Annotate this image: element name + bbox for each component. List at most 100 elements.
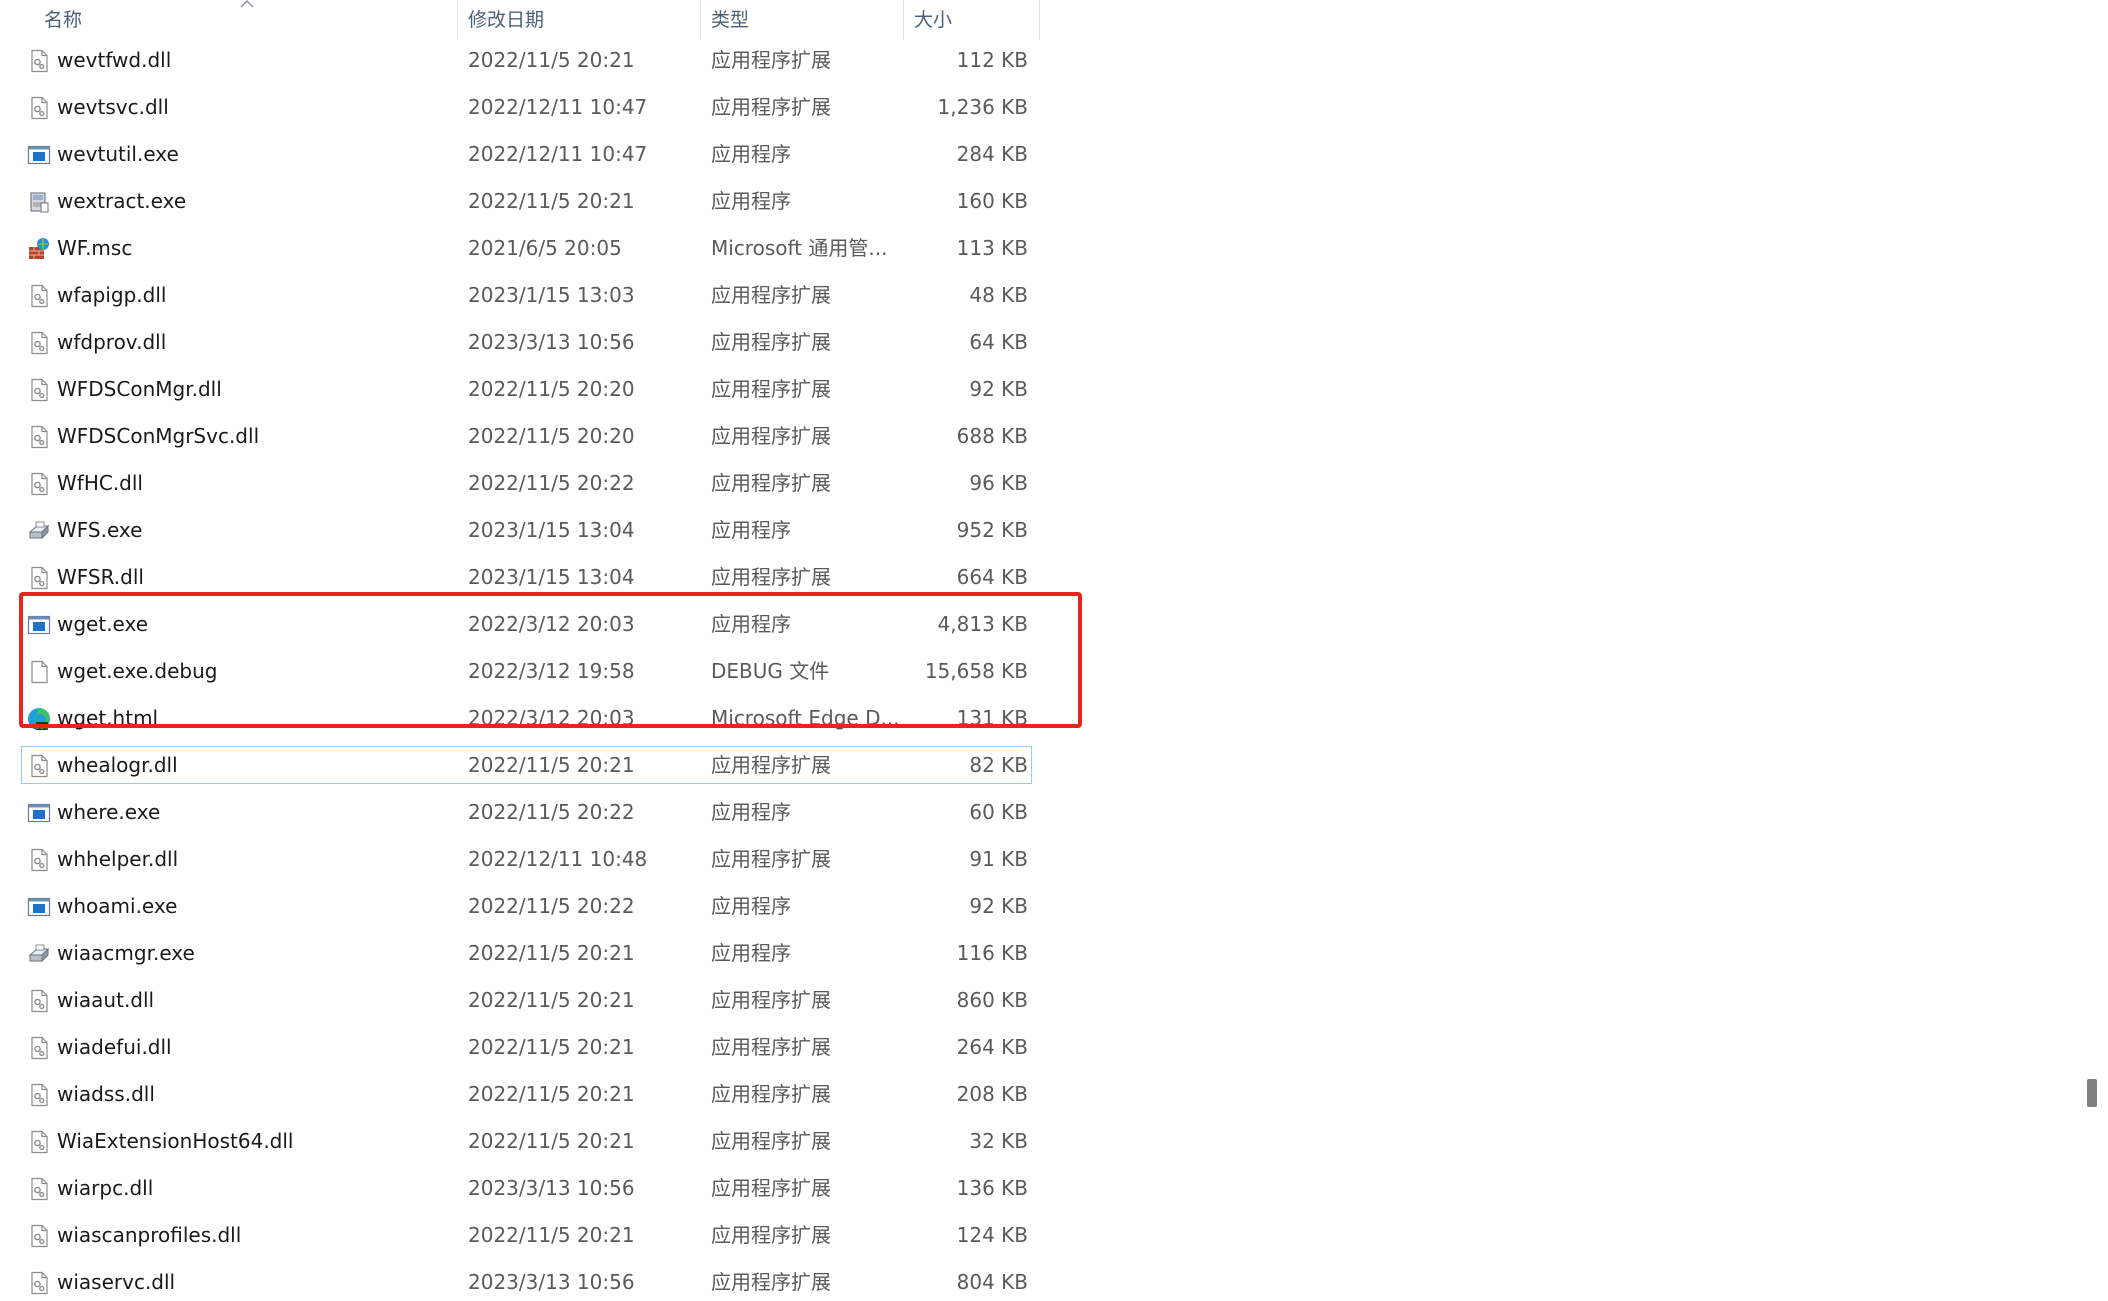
file-name[interactable]: wiaacmgr.exe [57, 933, 195, 973]
file-name[interactable]: wiaservc.dll [57, 1262, 175, 1301]
dll-file-icon [27, 1271, 51, 1295]
file-row[interactable]: wiarpc.dll 2023/3/13 10:56 应用程序扩展 136 KB [0, 1168, 1040, 1215]
file-type: 应用程序 [711, 518, 791, 542]
file-size: 116 KB [956, 941, 1028, 965]
file-size: 131 KB [956, 706, 1028, 730]
dll-file-icon [27, 49, 51, 73]
file-name[interactable]: wget.exe.debug [57, 651, 217, 691]
file-size: 64 KB [969, 330, 1028, 354]
file-type: 应用程序扩展 [711, 283, 831, 307]
column-header-size[interactable]: 大小 [904, 0, 1040, 40]
file-type: 应用程序扩展 [711, 1176, 831, 1200]
file-name[interactable]: wevtsvc.dll [57, 87, 169, 127]
file-type: 应用程序扩展 [711, 847, 831, 871]
file-row[interactable]: wevtutil.exe 2022/12/11 10:47 应用程序 284 KB [0, 134, 1040, 181]
file-modified-date: 2022/11/5 20:22 [468, 894, 635, 918]
file-size: 136 KB [956, 1176, 1028, 1200]
file-row[interactable]: WiaExtensionHost64.dll 2022/11/5 20:21 应用程… [0, 1121, 1040, 1168]
column-header-name[interactable]: 名称 [0, 0, 458, 40]
file-name[interactable]: WFSR.dll [57, 557, 144, 597]
file-size: 688 KB [956, 424, 1028, 448]
file-row[interactable]: wiadss.dll 2022/11/5 20:21 应用程序扩展 208 KB [0, 1074, 1040, 1121]
file-modified-date: 2022/11/5 20:21 [468, 753, 635, 777]
file-row[interactable]: DEV wget.html 2022/3/12 20:03 Microsoft Edg… [0, 698, 1040, 745]
file-modified-date: 2022/3/12 20:03 [468, 612, 635, 636]
file-name[interactable]: where.exe [57, 792, 160, 832]
file-name[interactable]: wiadss.dll [57, 1074, 155, 1114]
file-row[interactable]: WFS.exe 2023/1/15 13:04 应用程序 952 KB [0, 510, 1040, 557]
file-row[interactable]: WfHC.dll 2022/11/5 20:22 应用程序扩展 96 KB [0, 463, 1040, 510]
dll-file-icon [27, 284, 51, 308]
file-name[interactable]: whhelper.dll [57, 839, 178, 879]
file-name[interactable]: wiadefui.dll [57, 1027, 172, 1067]
file-size: 112 KB [956, 48, 1028, 72]
file-name[interactable]: wget.html [57, 698, 158, 738]
file-row[interactable]: wfdprov.dll 2023/3/13 10:56 应用程序扩展 64 KB [0, 322, 1040, 369]
dll-file-icon [27, 1036, 51, 1060]
file-row[interactable]: wget.exe.debug 2022/3/12 19:58 DEBUG 文件 15,… [0, 651, 1040, 698]
file-modified-date: 2023/3/13 10:56 [468, 1176, 635, 1200]
dll-file-icon [27, 1224, 51, 1248]
file-type: 应用程序扩展 [711, 753, 831, 777]
file-row[interactable]: wiadefui.dll 2022/11/5 20:21 应用程序扩展 264 KB [0, 1027, 1040, 1074]
file-name[interactable]: wiascanprofiles.dll [57, 1215, 241, 1255]
file-row[interactable]: wget.exe 2022/3/12 20:03 应用程序 4,813 KB [0, 604, 1040, 651]
file-size: 32 KB [969, 1129, 1028, 1153]
file-row[interactable]: wiaaut.dll 2022/11/5 20:21 应用程序扩展 860 KB [0, 980, 1040, 1027]
column-header-name-label: 名称 [44, 9, 83, 31]
file-name[interactable]: wiarpc.dll [57, 1168, 153, 1208]
file-row[interactable]: WF.msc 2021/6/5 20:05 Microsoft 通用管... 113 … [0, 228, 1040, 275]
file-name[interactable]: whoami.exe [57, 886, 177, 926]
file-modified-date: 2022/11/5 20:21 [468, 189, 635, 213]
file-name[interactable]: WiaExtensionHost64.dll [57, 1121, 293, 1161]
exe-window-icon [27, 801, 51, 825]
column-header-date[interactable]: 修改日期 [458, 0, 701, 40]
file-row[interactable]: WFDSConMgrSvc.dll 2022/11/5 20:20 应用程序扩展 68… [0, 416, 1040, 463]
file-name[interactable]: WFDSConMgrSvc.dll [57, 416, 259, 456]
file-name[interactable]: wiaaut.dll [57, 980, 154, 1020]
file-row[interactable]: whhelper.dll 2022/12/11 10:48 应用程序扩展 91 KB [0, 839, 1040, 886]
file-name[interactable]: whealogr.dll [57, 745, 178, 785]
file-modified-date: 2022/11/5 20:21 [468, 941, 635, 965]
file-size: 208 KB [956, 1082, 1028, 1106]
file-row[interactable]: wiaservc.dll 2023/3/13 10:56 应用程序扩展 804 KB [0, 1262, 1040, 1301]
dll-file-icon [27, 1177, 51, 1201]
file-row[interactable]: wextract.exe 2022/11/5 20:21 应用程序 160 KB [0, 181, 1040, 228]
column-header-type[interactable]: 类型 [701, 0, 904, 40]
file-row[interactable]: wfapigp.dll 2023/1/15 13:03 应用程序扩展 48 KB [0, 275, 1040, 322]
file-name[interactable]: wevtfwd.dll [57, 40, 171, 80]
dll-file-icon [27, 754, 51, 778]
file-type: 应用程序扩展 [711, 377, 831, 401]
file-name[interactable]: wget.exe [57, 604, 148, 644]
file-modified-date: 2022/3/12 19:58 [468, 659, 635, 683]
file-row[interactable]: WFDSConMgr.dll 2022/11/5 20:20 应用程序扩展 92 KB [0, 369, 1040, 416]
file-size: 60 KB [969, 800, 1028, 824]
file-row[interactable]: whoami.exe 2022/11/5 20:22 应用程序 92 KB [0, 886, 1040, 933]
file-row[interactable]: wevtfwd.dll 2022/11/5 20:21 应用程序扩展 112 KB [0, 40, 1040, 87]
file-size: 160 KB [956, 189, 1028, 213]
exe-window-icon [27, 613, 51, 637]
file-name[interactable]: WfHC.dll [57, 463, 143, 503]
file-name[interactable]: WFDSConMgr.dll [57, 369, 222, 409]
file-row[interactable]: wiascanprofiles.dll 2022/11/5 20:21 应用程序扩展… [0, 1215, 1040, 1262]
file-type: 应用程序扩展 [711, 1035, 831, 1059]
firewall-icon [27, 237, 51, 261]
file-name[interactable]: wfapigp.dll [57, 275, 166, 315]
file-size: 96 KB [969, 471, 1028, 495]
file-row[interactable]: wevtsvc.dll 2022/12/11 10:47 应用程序扩展 1,236 K… [0, 87, 1040, 134]
file-row[interactable]: whealogr.dll 2022/11/5 20:21 应用程序扩展 82 KB [0, 745, 1040, 792]
file-name[interactable]: WF.msc [57, 228, 132, 268]
file-name[interactable]: wevtutil.exe [57, 134, 179, 174]
file-row[interactable]: WFSR.dll 2023/1/15 13:04 应用程序扩展 664 KB [0, 557, 1040, 604]
file-row[interactable]: wiaacmgr.exe 2022/11/5 20:21 应用程序 116 KB [0, 933, 1040, 980]
file-name[interactable]: WFS.exe [57, 510, 142, 550]
file-type: Microsoft Edge D... [711, 706, 900, 730]
scrollbar-thumb[interactable] [2087, 1079, 2097, 1107]
file-name[interactable]: wfdprov.dll [57, 322, 166, 362]
vertical-scrollbar[interactable] [2084, 0, 2108, 1301]
file-row[interactable]: where.exe 2022/11/5 20:22 应用程序 60 KB [0, 792, 1040, 839]
fax-scanner-icon [27, 519, 51, 543]
file-name[interactable]: wextract.exe [57, 181, 186, 221]
file-type: 应用程序扩展 [711, 330, 831, 354]
file-modified-date: 2023/3/13 10:56 [468, 1270, 635, 1294]
